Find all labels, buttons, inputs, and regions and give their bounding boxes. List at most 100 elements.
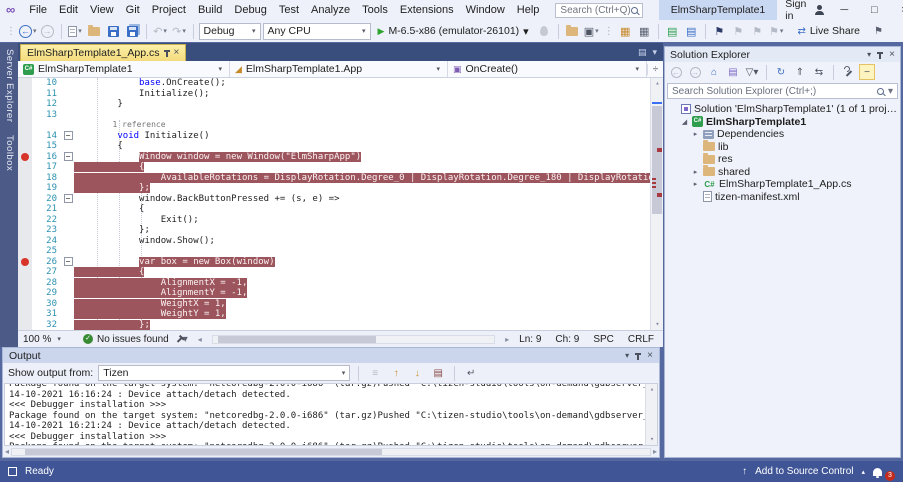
- window-position-icon[interactable]: ▾: [625, 351, 629, 360]
- tizen-certificate-manager-button[interactable]: ▤: [683, 23, 700, 40]
- code-text[interactable]: window.BackButtonPressed += (s, e) =>: [74, 194, 650, 205]
- menu-help[interactable]: Help: [511, 0, 546, 20]
- toolbar-grip[interactable]: ⋮: [604, 26, 613, 37]
- collapse-all-button[interactable]: ⇑: [792, 64, 808, 80]
- active-files-list-icon[interactable]: ▤: [638, 47, 647, 58]
- scroll-down-arrow[interactable]: ▾: [651, 319, 663, 330]
- split-editor-handle[interactable]: ÷: [647, 64, 663, 75]
- window-position-icon[interactable]: ▾: [867, 50, 871, 59]
- document-tab[interactable]: ElmSharpTemplate1_App.cs ×: [20, 44, 186, 61]
- maximize-button[interactable]: □: [859, 0, 889, 20]
- tree-expander-icon[interactable]: ▸: [691, 168, 700, 176]
- se-forward-button[interactable]: →: [687, 64, 703, 80]
- sidebar-tab-server-explorer[interactable]: Server Explorer: [0, 43, 15, 129]
- eol-indicator[interactable]: CRLF: [628, 334, 654, 345]
- code-text[interactable]: AlignmentX = -1,: [74, 278, 650, 289]
- pending-changes-filter-button[interactable]: ▽▾: [744, 64, 760, 80]
- type-dropdown[interactable]: ◢ ElmSharpTemplate1.App ▾: [230, 61, 448, 77]
- code-cleanup-button[interactable]: ▾: [179, 334, 188, 345]
- scrollbar-thumb[interactable]: [25, 449, 382, 455]
- menu-view[interactable]: View: [84, 0, 120, 20]
- chevron-down-icon[interactable]: ▾: [652, 47, 657, 58]
- code-text[interactable]: AlignmentY = -1,: [74, 288, 650, 299]
- minimize-button[interactable]: ─: [829, 0, 859, 20]
- code-editor[interactable]: 10 base.OnCreate();11 Initialize();12 }1…: [18, 78, 663, 330]
- tab-close-icon[interactable]: ×: [174, 48, 180, 58]
- menu-debug[interactable]: Debug: [228, 0, 272, 20]
- sign-in-button[interactable]: Sign in: [777, 0, 829, 22]
- code-text[interactable]: {: [74, 162, 650, 173]
- tree-item-elmsharptemplate1-app-cs[interactable]: ▸C#ElmSharpTemplate1_App.cs: [665, 178, 900, 191]
- editor-vertical-scrollbar[interactable]: ▴ ▾: [650, 78, 663, 330]
- solution-configuration-dropdown[interactable]: Debug ▾: [199, 23, 261, 40]
- solution-explorer-header[interactable]: Solution Explorer ▾ ×: [665, 47, 900, 62]
- issues-indicator[interactable]: ✓ No issues found: [83, 334, 169, 345]
- close-icon[interactable]: ×: [889, 49, 895, 60]
- scroll-down-arrow[interactable]: ▾: [646, 434, 658, 445]
- code-text[interactable]: base.OnCreate();: [74, 78, 650, 89]
- preview-selected-items-button[interactable]: −: [859, 64, 875, 80]
- se-back-button[interactable]: ←: [668, 64, 684, 80]
- add-to-source-control-button[interactable]: Add to Source Control: [755, 466, 853, 477]
- menu-file[interactable]: File: [23, 0, 53, 20]
- redo-button[interactable]: ↷▾: [171, 23, 188, 40]
- collapse-toggle-icon[interactable]: −: [64, 257, 73, 266]
- breakpoint-dot[interactable]: [21, 153, 29, 161]
- scroll-left-arrow[interactable]: ◂: [5, 447, 9, 456]
- editor-horizontal-scrollbar[interactable]: [212, 335, 495, 344]
- code-text[interactable]: Exit();: [74, 215, 650, 226]
- code-text[interactable]: {: [74, 267, 650, 278]
- next-message-button[interactable]: ↑: [409, 365, 425, 381]
- fold-margin-cell[interactable]: −: [62, 194, 74, 203]
- find-in-files-button[interactable]: [564, 23, 581, 40]
- scroll-right-arrow[interactable]: ▸: [505, 335, 509, 344]
- code-text[interactable]: };: [74, 320, 650, 331]
- fold-margin-cell[interactable]: −: [62, 257, 74, 266]
- menu-git[interactable]: Git: [120, 0, 146, 20]
- member-dropdown[interactable]: ▣ OnCreate() ▾: [448, 61, 647, 77]
- scroll-right-arrow[interactable]: ▸: [653, 447, 657, 456]
- hot-reload-button[interactable]: [536, 23, 553, 40]
- collapse-toggle-icon[interactable]: −: [64, 152, 73, 161]
- properties-button[interactable]: [840, 64, 856, 80]
- find-message-button[interactable]: ≡: [367, 365, 383, 381]
- toggle-bookmark-button[interactable]: ⚑: [711, 23, 728, 40]
- close-button[interactable]: ×: [889, 0, 903, 20]
- se-home-button[interactable]: ⌂: [706, 64, 722, 80]
- tizen-device-manager-button[interactable]: ▦: [636, 23, 653, 40]
- tree-item-elmsharptemplate1[interactable]: ◢C#ElmSharpTemplate1: [665, 116, 900, 129]
- sidebar-tab-toolbox[interactable]: Toolbox: [0, 129, 15, 177]
- output-vertical-scrollbar[interactable]: ▴ ▾: [645, 384, 657, 445]
- encoding-indicator[interactable]: SPC: [593, 334, 614, 345]
- scroll-up-arrow[interactable]: ▴: [646, 384, 658, 395]
- menu-build[interactable]: Build: [192, 0, 228, 20]
- line-indicator[interactable]: Ln: 9: [519, 334, 541, 345]
- toggle-word-wrap-button[interactable]: ↵: [463, 365, 479, 381]
- navigate-forward-button[interactable]: →: [39, 23, 56, 40]
- clear-all-button[interactable]: ▤: [430, 365, 446, 381]
- scrollbar-thumb[interactable]: [652, 106, 662, 214]
- tree-expander-icon[interactable]: ▸: [691, 130, 700, 138]
- output-panel-header[interactable]: Output ▾ ×: [3, 348, 659, 363]
- breakpoint-margin-cell[interactable]: [18, 258, 32, 266]
- code-text[interactable]: void Initialize(): [74, 131, 650, 142]
- start-debugging-button[interactable]: ▶ M-6.5-x86 (emulator-26101) ▾: [373, 22, 534, 40]
- save-all-button[interactable]: [124, 23, 141, 40]
- switch-views-button[interactable]: ▤: [725, 64, 741, 80]
- fold-margin-cell[interactable]: −: [62, 152, 74, 161]
- code-text[interactable]: {: [74, 141, 650, 152]
- menu-extensions[interactable]: Extensions: [394, 0, 460, 20]
- pin-icon[interactable]: [879, 52, 881, 59]
- navigate-backward-button[interactable]: ←▾: [19, 23, 37, 40]
- live-share-button[interactable]: ⇄ Live Share ⚑: [797, 25, 899, 37]
- menu-window[interactable]: Window: [460, 0, 511, 20]
- code-text[interactable]: AvailableRotations = DisplayRotation.Deg…: [74, 173, 650, 184]
- tree-item-solution-elmsharptemplate1-1-of-1-project[interactable]: Solution 'ElmSharpTemplate1' (1 of 1 pro…: [665, 103, 900, 116]
- code-text[interactable]: var box = new Box(window): [74, 257, 650, 268]
- menu-test[interactable]: Test: [273, 0, 305, 20]
- tizen-capture-button[interactable]: ▣▾: [583, 23, 600, 40]
- new-file-button[interactable]: ▾: [67, 23, 84, 40]
- tree-item-tizen-manifest-xml[interactable]: tizen-manifest.xml: [665, 191, 900, 204]
- tree-item-dependencies[interactable]: ▸Dependencies: [665, 128, 900, 141]
- previous-bookmark-button[interactable]: ⚑: [730, 23, 747, 40]
